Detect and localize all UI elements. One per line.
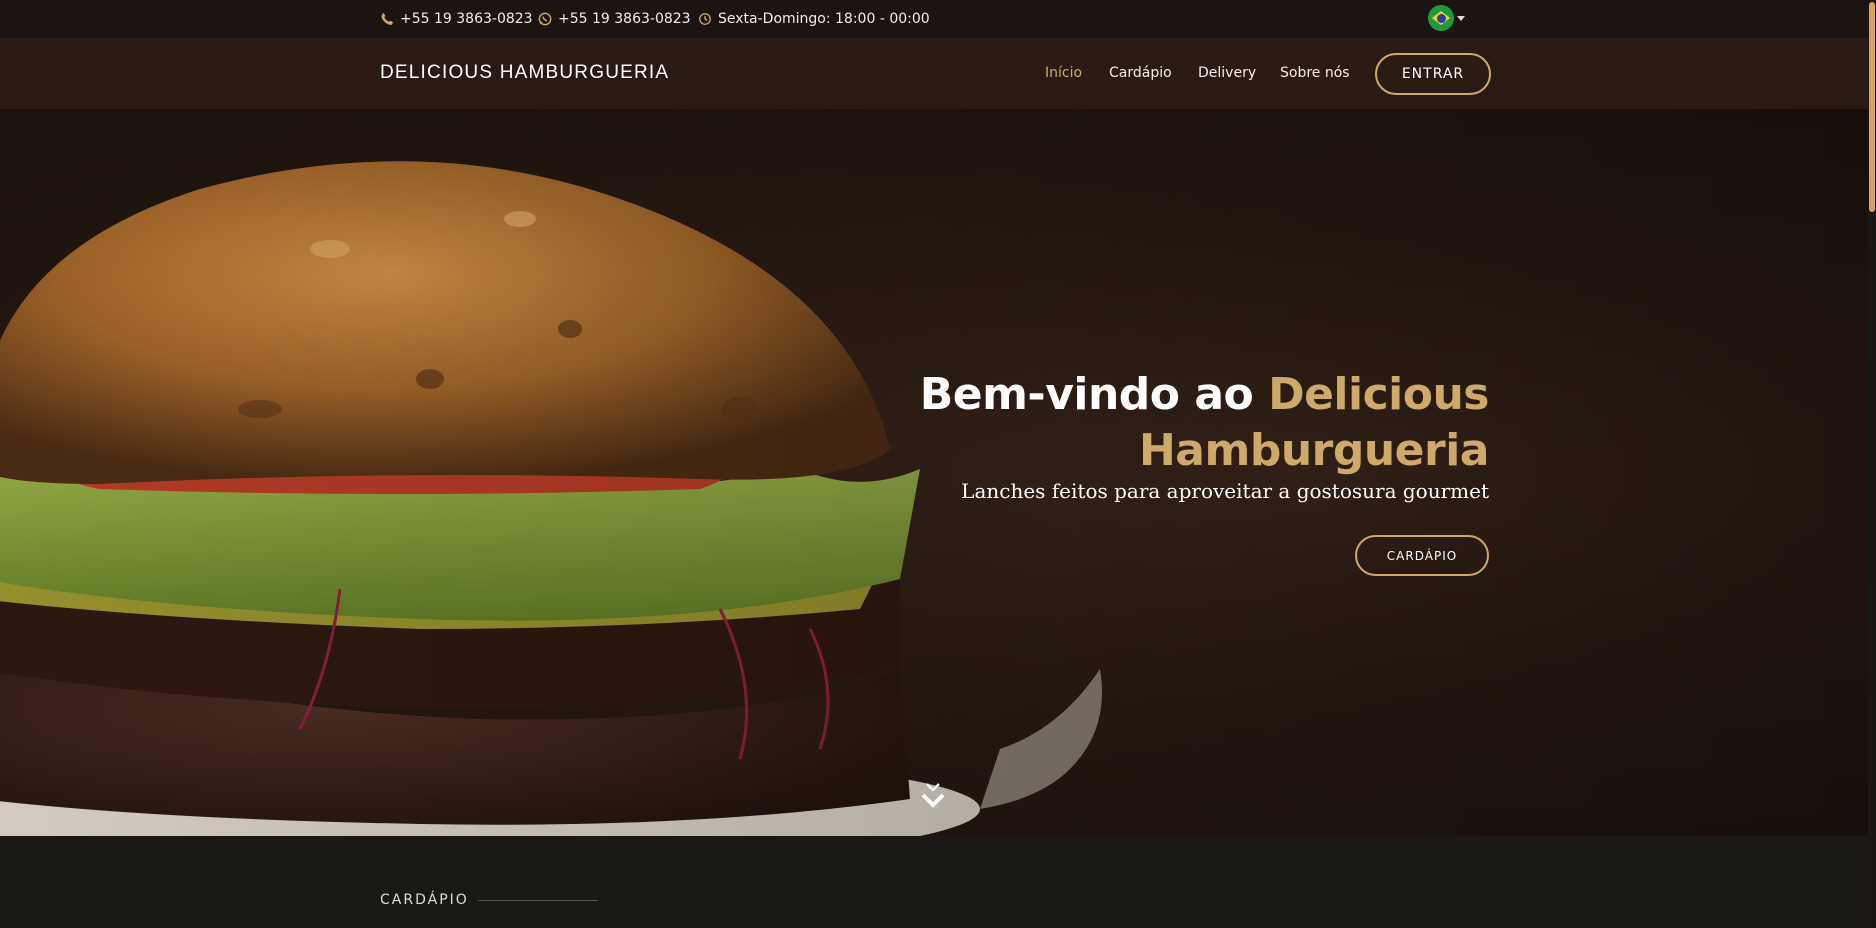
brand-logo[interactable]: DELICIOUS HAMBURGUERIA [380, 62, 669, 84]
nav-link-inicio[interactable]: Início [1045, 65, 1082, 81]
hero-title-prefix: Bem-vindo ao [919, 369, 1269, 420]
cardapio-button[interactable]: CARDÁPIO [1355, 535, 1489, 576]
hero-title-accent-2: Hamburgueria [1138, 425, 1490, 476]
hero-title: Bem-vindo ao Delicious Hamburgueria [789, 367, 1490, 479]
nav-link-cardapio[interactable]: Cardápio [1109, 65, 1172, 81]
opening-hours: Sexta-Domingo: 18:00 - 00:00 [718, 11, 930, 27]
top-info-bar: +55 19 3863-0823 +55 19 3863-0823 Sexta-… [0, 0, 1876, 38]
main-navbar: DELICIOUS HAMBURGUERIA Início Cardápio D… [0, 38, 1876, 110]
brazil-flag-icon[interactable] [1428, 5, 1454, 31]
menu-section: CARDÁPIO [0, 836, 1876, 928]
phone-number: +55 19 3863-0823 [400, 11, 533, 27]
login-button[interactable]: ENTRAR [1375, 53, 1491, 95]
scrollbar-thumb[interactable] [1869, 2, 1875, 212]
hero-subtitle: Lanches feitos para aproveitar a gostosu… [961, 479, 1489, 503]
hero-section: Bem-vindo ao Delicious Hamburgueria Lanc… [0, 109, 1876, 836]
hero-title-accent-1: Delicious [1268, 369, 1489, 420]
language-dropdown-caret-icon[interactable] [1457, 16, 1465, 21]
whatsapp-number: +55 19 3863-0823 [558, 11, 691, 27]
nav-link-delivery[interactable]: Delivery [1198, 65, 1256, 81]
phone-icon [381, 12, 394, 26]
section-label: CARDÁPIO [380, 892, 469, 908]
chevron-double-down-icon[interactable] [917, 781, 949, 815]
whatsapp-info[interactable]: +55 19 3863-0823 [538, 11, 691, 27]
whatsapp-icon [538, 12, 552, 26]
nav-link-sobre-nos[interactable]: Sobre nós [1280, 65, 1350, 81]
clock-icon [699, 13, 711, 25]
phone-info[interactable]: +55 19 3863-0823 [380, 11, 533, 27]
section-divider [478, 900, 598, 901]
hours-info: Sexta-Domingo: 18:00 - 00:00 [698, 11, 930, 27]
page-scrollbar[interactable] [1868, 0, 1876, 928]
